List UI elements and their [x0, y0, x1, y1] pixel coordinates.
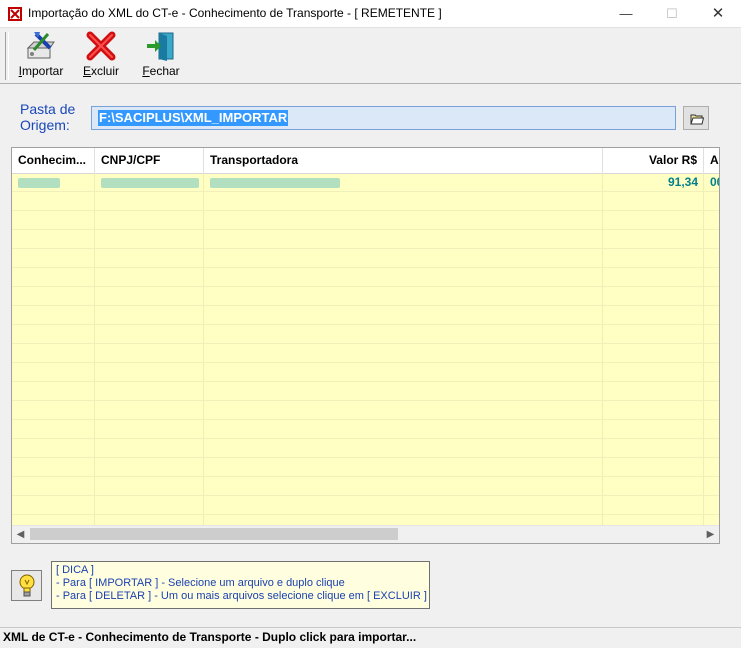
table-row[interactable]: 91,34 00	[12, 173, 719, 192]
delete-label: Excluir	[82, 64, 120, 78]
folder-label-line1: Pasta de	[20, 101, 76, 117]
table-row-empty[interactable]	[12, 496, 719, 515]
files-grid[interactable]: Conhecim... CNPJ/CPF Transportadora Valo…	[11, 147, 720, 544]
status-text: XML de CT-e - Conhecimento de Transporte…	[3, 630, 417, 644]
scroll-right-icon[interactable]: ▶	[702, 526, 719, 543]
table-row-empty[interactable]	[12, 268, 719, 287]
redacted-text	[18, 177, 60, 188]
toolbar-separator	[5, 32, 9, 80]
table-row-empty[interactable]	[12, 363, 719, 382]
close-form-button[interactable]: Fechar	[138, 30, 184, 82]
folder-label: Pasta de Origem:	[20, 101, 82, 133]
import-icon	[26, 32, 55, 59]
cell-cnpj	[95, 173, 204, 192]
exit-door-icon	[147, 32, 174, 61]
header-cnpj[interactable]: CNPJ/CPF	[95, 148, 204, 173]
table-row-empty[interactable]	[12, 420, 719, 439]
close-form-label: Fechar	[142, 64, 180, 78]
maximize-button[interactable]: ☐	[649, 0, 695, 28]
scroll-left-icon[interactable]: ◀	[12, 526, 29, 543]
import-label: Importar	[18, 64, 64, 78]
tip-import: - Para [ IMPORTAR ] - Selecione um arqui…	[56, 577, 345, 589]
table-row-empty[interactable]	[12, 230, 719, 249]
close-window-button[interactable]: ✕	[695, 0, 741, 28]
table-row-empty[interactable]	[12, 458, 719, 477]
tip-box: [ DICA ] - Para [ IMPORTAR ] - Selecione…	[51, 561, 430, 609]
browse-folder-button[interactable]	[683, 106, 709, 130]
redacted-text	[101, 177, 199, 188]
table-row-empty[interactable]	[12, 382, 719, 401]
table-row-empty[interactable]	[12, 401, 719, 420]
tip-delete: - Para [ DELETAR ] - Um ou mais arquivos…	[56, 590, 427, 602]
folder-label-line2: Origem:	[20, 117, 70, 133]
header-transportadora[interactable]: Transportadora	[204, 148, 603, 173]
table-row-empty[interactable]	[12, 477, 719, 496]
tip-title: [ DICA ]	[56, 564, 94, 576]
title-bar: Importação do XML do CT-e - Conhecimento…	[0, 0, 741, 28]
table-row-empty[interactable]	[12, 211, 719, 230]
grid-rows: 91,34 00	[12, 173, 719, 534]
delete-x-icon	[86, 31, 116, 61]
cell-valor: 91,34	[667, 175, 698, 189]
horizontal-scrollbar[interactable]: ◀ ▶	[12, 525, 719, 543]
toolbar: Importar Excluir Fechar	[0, 28, 741, 84]
table-row-empty[interactable]	[12, 306, 719, 325]
table-row-empty[interactable]	[12, 287, 719, 306]
delete-button[interactable]: Excluir	[78, 30, 124, 82]
table-row-empty[interactable]	[12, 344, 719, 363]
table-row-empty[interactable]	[12, 325, 719, 344]
tip-lightbulb	[11, 570, 42, 601]
grid-header: Conhecim... CNPJ/CPF Transportadora Valo…	[12, 148, 719, 174]
scroll-thumb[interactable]	[30, 528, 398, 540]
app-icon	[8, 7, 22, 21]
status-bar: XML de CT-e - Conhecimento de Transporte…	[0, 627, 741, 648]
header-valor[interactable]: Valor R$	[603, 148, 704, 173]
import-button[interactable]: Importar	[14, 30, 68, 82]
window-title: Importação do XML do CT-e - Conhecimento…	[28, 6, 442, 20]
lightbulb-icon	[19, 574, 35, 597]
cell-extra: 00	[710, 175, 719, 189]
cell-transportadora	[204, 173, 603, 192]
minimize-button[interactable]: —	[603, 0, 649, 28]
table-row-empty[interactable]	[12, 439, 719, 458]
header-conhecimento[interactable]: Conhecim...	[12, 148, 95, 173]
redacted-text	[210, 177, 340, 188]
table-row-empty[interactable]	[12, 192, 719, 211]
header-extra[interactable]: Ar	[704, 148, 719, 173]
folder-path-input[interactable]: F:\SACIPLUS\XML_IMPORTAR	[91, 106, 676, 130]
cell-conhecimento	[12, 173, 95, 192]
folder-path-value: F:\SACIPLUS\XML_IMPORTAR	[98, 110, 289, 126]
table-row-empty[interactable]	[12, 249, 719, 268]
folder-open-icon	[690, 114, 704, 125]
